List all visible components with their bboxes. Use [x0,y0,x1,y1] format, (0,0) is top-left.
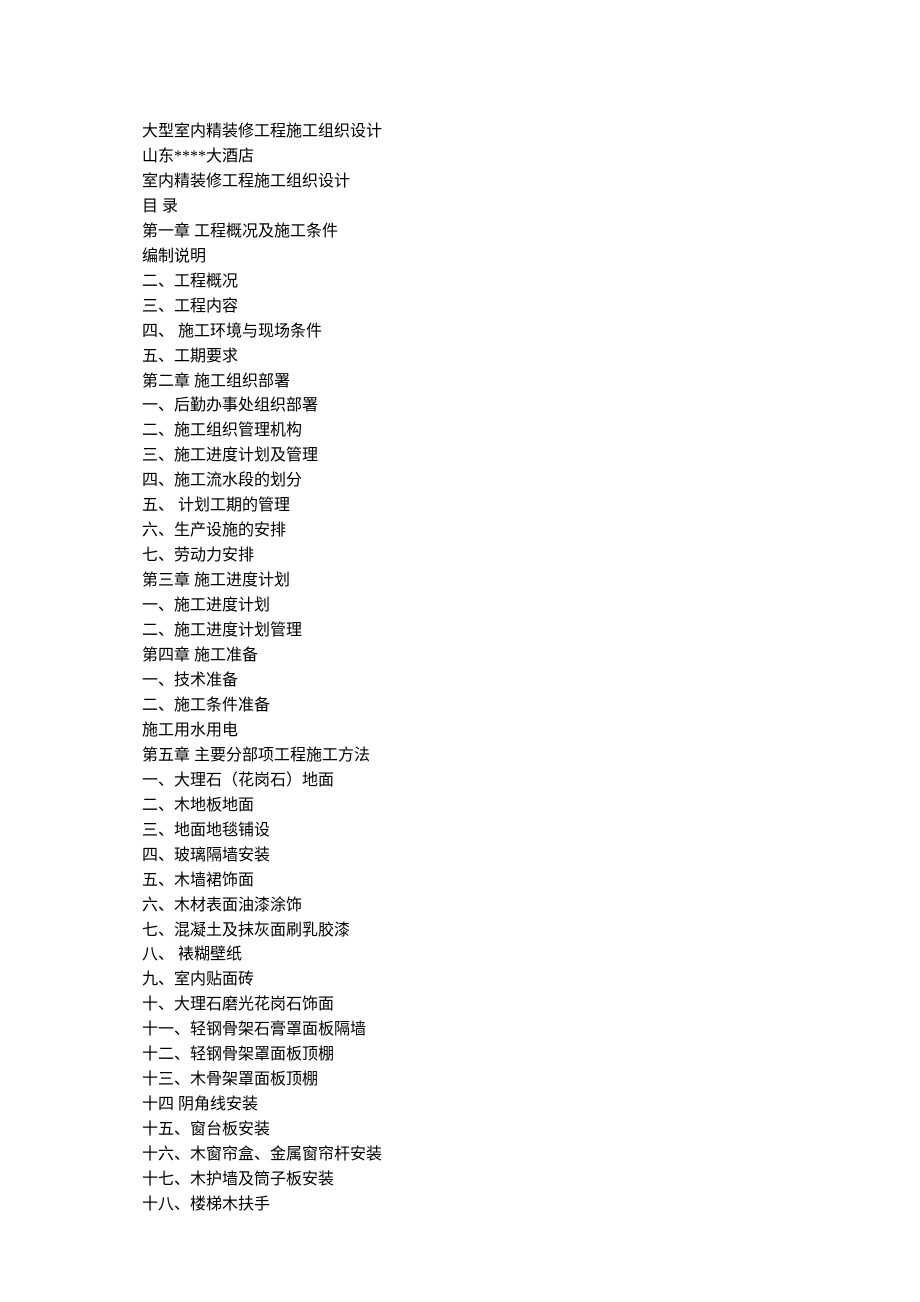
text-line: 室内精装修工程施工组织设计 [142,170,920,195]
text-line: 第二章 施工组织部署 [142,370,920,395]
text-line: 编制说明 [142,245,920,270]
text-line: 大型室内精装修工程施工组织设计 [142,120,920,145]
text-line: 二、施工进度计划管理 [142,619,920,644]
text-line: 目 录 [142,195,920,220]
text-line: 四、施工流水段的划分 [142,469,920,494]
text-line: 山东****大酒店 [142,145,920,170]
text-line: 三、地面地毯铺设 [142,819,920,844]
text-line: 第四章 施工准备 [142,644,920,669]
text-line: 十四 阴角线安装 [142,1093,920,1118]
text-line: 一、大理石（花岗石）地面 [142,769,920,794]
text-line: 五、工期要求 [142,345,920,370]
text-line: 六、木材表面油漆涂饰 [142,894,920,919]
text-line: 十、大理石磨光花岗石饰面 [142,993,920,1018]
text-line: 六、生产设施的安排 [142,519,920,544]
text-line: 十二、轻钢骨架罩面板顶棚 [142,1043,920,1068]
text-line: 九、室内贴面砖 [142,968,920,993]
text-line: 七、混凝土及抹灰面刷乳胶漆 [142,919,920,944]
text-line: 三、施工进度计划及管理 [142,444,920,469]
text-line: 施工用水用电 [142,719,920,744]
text-line: 一、技术准备 [142,669,920,694]
document-body: 大型室内精装修工程施工组织设计 山东****大酒店 室内精装修工程施工组织设计 … [142,120,920,1218]
text-line: 十八、楼梯木扶手 [142,1193,920,1218]
text-line: 一、后勤办事处组织部署 [142,394,920,419]
text-line: 一、施工进度计划 [142,594,920,619]
text-line: 十七、木护墙及筒子板安装 [142,1168,920,1193]
text-line: 三、工程内容 [142,295,920,320]
text-line: 十一、轻钢骨架石膏罩面板隔墙 [142,1018,920,1043]
text-line: 七、劳动力安排 [142,544,920,569]
text-line: 四、玻璃隔墙安装 [142,844,920,869]
text-line: 二、施工组织管理机构 [142,419,920,444]
text-line: 四、 施工环境与现场条件 [142,320,920,345]
text-line: 五、 计划工期的管理 [142,494,920,519]
text-line: 十五、窗台板安装 [142,1118,920,1143]
text-line: 第五章 主要分部项工程施工方法 [142,744,920,769]
text-line: 第一章 工程概况及施工条件 [142,220,920,245]
text-line: 十三、木骨架罩面板顶棚 [142,1068,920,1093]
text-line: 十六、木窗帘盒、金属窗帘杆安装 [142,1143,920,1168]
text-line: 第三章 施工进度计划 [142,569,920,594]
text-line: 五、木墙裙饰面 [142,869,920,894]
text-line: 二、工程概况 [142,270,920,295]
text-line: 二、木地板地面 [142,794,920,819]
text-line: 八、 裱糊壁纸 [142,943,920,968]
text-line: 二、施工条件准备 [142,694,920,719]
